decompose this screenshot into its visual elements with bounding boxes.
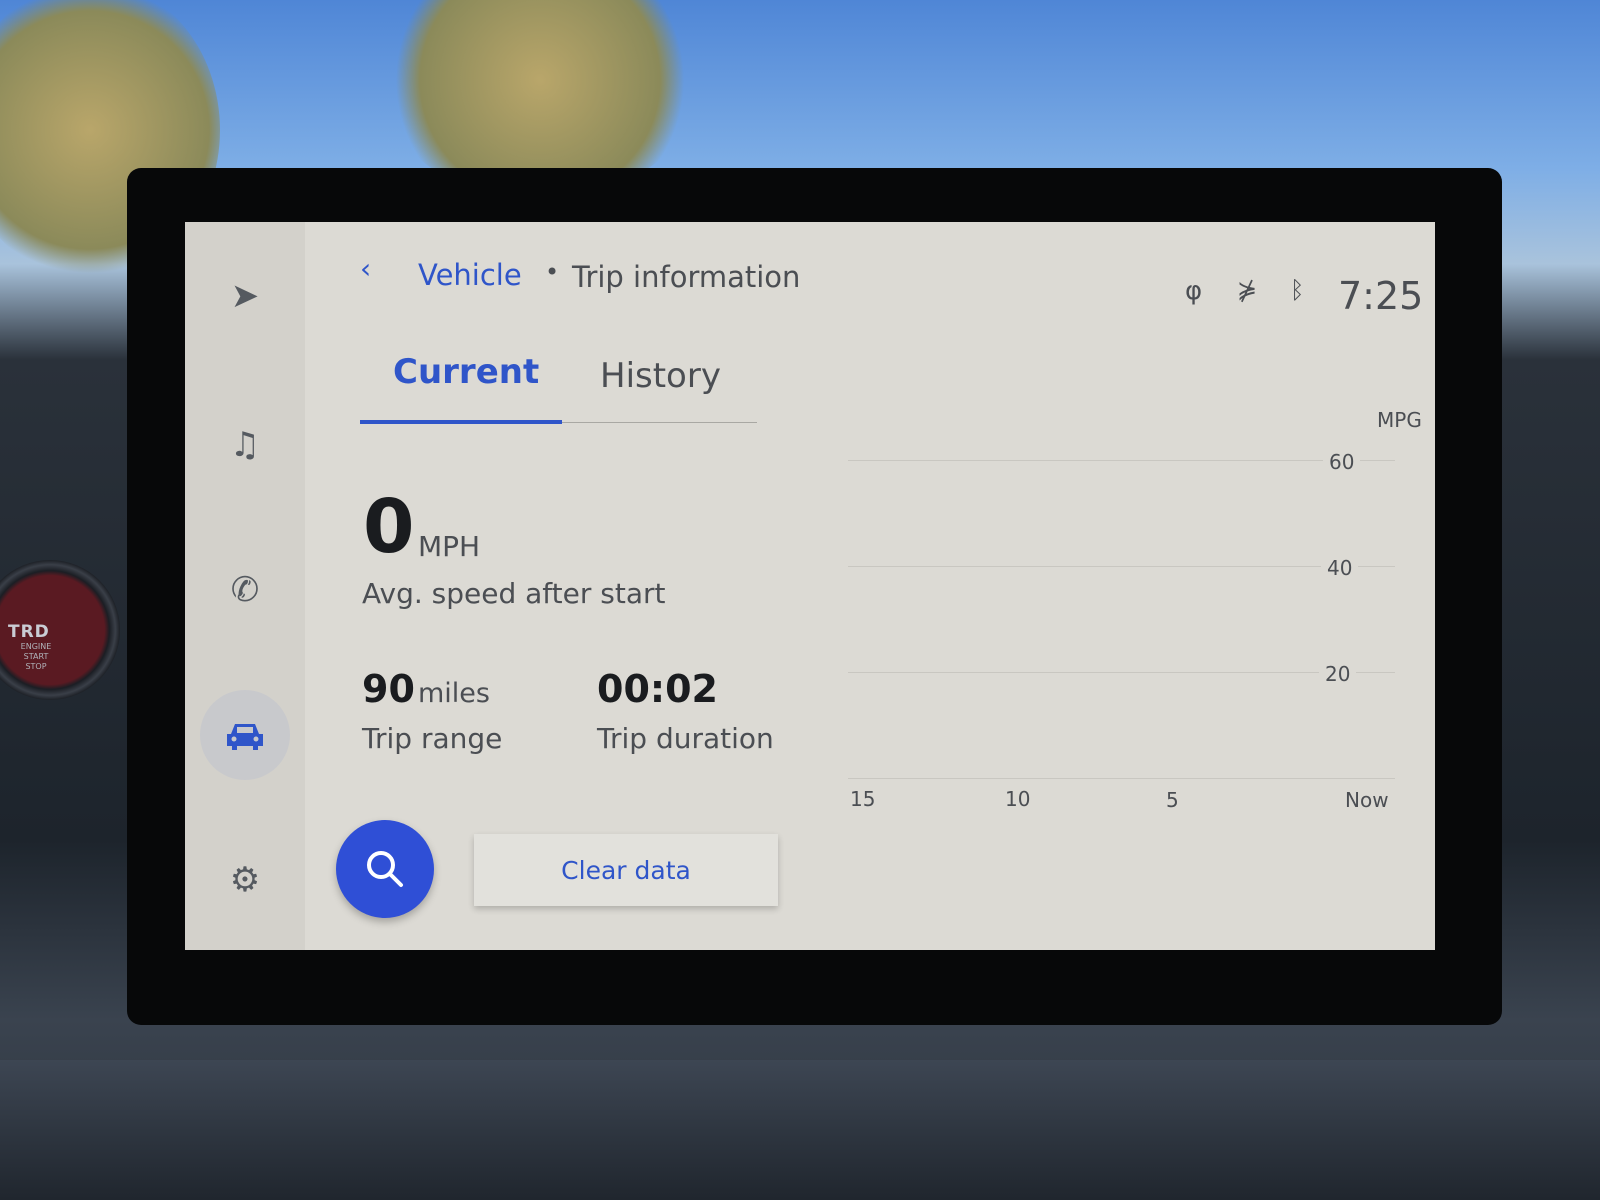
trip-duration-label: Trip duration — [597, 722, 774, 755]
infotainment-screen: ➤ ♫ ✆ ⚙ ‹ Vehicle • Trip information φ ⋡… — [185, 222, 1435, 950]
wireless-charging-icon: φ — [1185, 276, 1203, 306]
y-tick-label: 40 — [1321, 556, 1359, 580]
gridline-20 — [848, 672, 1395, 673]
trip-duration-value: 00:02 — [597, 667, 718, 711]
x-tick-label: Now — [1345, 788, 1389, 812]
trip-range-label: Trip range — [362, 722, 503, 755]
x-tick-label: 5 — [1166, 788, 1179, 812]
y-tick-label: 20 — [1319, 662, 1357, 686]
navigation-icon[interactable]: ➤ — [215, 266, 275, 326]
trip-range-value: 90 — [362, 667, 415, 711]
trip-range-unit: miles — [418, 678, 490, 709]
music-icon[interactable]: ♫ — [215, 415, 275, 475]
tab-current[interactable]: Current — [393, 352, 539, 392]
dashboard — [0, 1060, 1600, 1200]
baseline — [848, 778, 1395, 779]
sidebar: ➤ ♫ ✆ ⚙ — [185, 222, 305, 950]
x-tick-label: 10 — [1005, 787, 1031, 811]
clear-data-button[interactable]: Clear data — [474, 834, 778, 906]
car-icon[interactable] — [200, 690, 290, 780]
voice-disabled-icon: ⋡ — [1237, 276, 1258, 304]
avg-speed-label: Avg. speed after start — [362, 577, 666, 610]
bluetooth-icon: ᛒ — [1290, 276, 1305, 304]
gridline-40 — [848, 566, 1395, 567]
y-tick-label: 60 — [1323, 450, 1361, 474]
gridline-60 — [848, 460, 1395, 461]
avg-speed-value: 0 — [363, 484, 415, 570]
phone-icon[interactable]: ✆ — [215, 560, 275, 620]
avg-speed-unit: MPH — [418, 530, 481, 563]
tab-active-indicator — [360, 420, 562, 424]
y-axis-label: MPG — [1377, 408, 1422, 432]
search-icon — [367, 851, 403, 887]
tab-history[interactable]: History — [600, 356, 721, 396]
back-button[interactable]: ‹ — [360, 252, 371, 285]
page-title: Trip information — [572, 260, 801, 294]
breadcrumb-vehicle[interactable]: Vehicle — [418, 258, 522, 292]
engine-start-button[interactable]: TRD ENGINE START STOP — [0, 560, 120, 700]
x-tick-label: 15 — [850, 787, 876, 811]
settings-icon[interactable]: ⚙ — [215, 850, 275, 910]
clock: 7:25 — [1338, 274, 1424, 318]
breadcrumb-separator: • — [545, 258, 560, 286]
search-button[interactable] — [336, 820, 434, 918]
